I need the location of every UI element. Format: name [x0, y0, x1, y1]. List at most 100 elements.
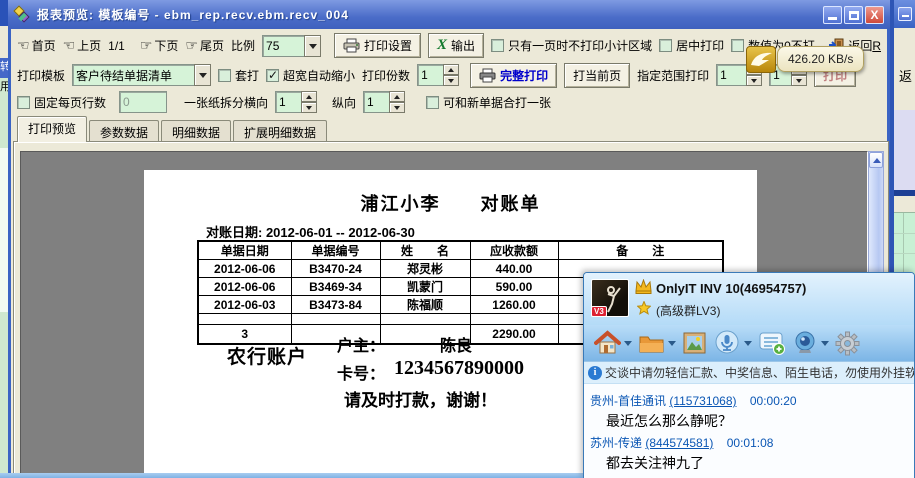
- last-page-button[interactable]: ☞尾页: [185, 37, 224, 54]
- range-from-input[interactable]: [716, 64, 746, 86]
- checkbox-skip-subtotal[interactable]: 只有一页时不打印小计区域: [491, 37, 652, 54]
- template-label: 打印模板: [17, 67, 65, 84]
- toolbar-page-layout: 固定每页行数 一张纸拆分横向 纵向 可和新单据合打一张: [13, 89, 889, 115]
- bg-minimize-button[interactable]: [898, 7, 912, 21]
- bg-right-panel-fragment: [894, 110, 915, 190]
- bg-right-toolbar-fragment: 返: [894, 28, 915, 110]
- group-level-label: (高级群LV3): [656, 302, 720, 319]
- holder-label: 户主：: [337, 332, 385, 356]
- webcam-icon: [792, 330, 818, 356]
- bg-left-text-fragment: 转: [0, 61, 8, 73]
- message-header: 贵州-首佳通讯 (115731068) 00:00:20: [590, 392, 915, 409]
- checkbox-icon[interactable]: [491, 39, 504, 52]
- template-input[interactable]: [72, 64, 194, 86]
- scale-dropdown-button[interactable]: [304, 35, 321, 57]
- crown-icon: [635, 279, 652, 297]
- holder-value: 陈良: [440, 332, 472, 356]
- table-cell: B3473-84: [291, 296, 380, 314]
- tab-detail-data[interactable]: 明细数据: [161, 120, 231, 142]
- share-folder-button[interactable]: [638, 331, 676, 355]
- maximize-button[interactable]: [844, 6, 863, 24]
- checkbox-center-print[interactable]: 居中打印: [659, 37, 724, 54]
- fixed-rows-input[interactable]: [119, 91, 167, 113]
- bg-right-header-fragment: [894, 196, 915, 212]
- bg-back-button-fragment[interactable]: 返: [899, 66, 912, 85]
- page-indicator: 1/1: [108, 39, 125, 53]
- message-record-button[interactable]: [758, 330, 786, 356]
- checkbox-overlay-print[interactable]: 套打: [218, 67, 259, 84]
- scale-input[interactable]: [262, 35, 304, 57]
- split-v-down-button[interactable]: [389, 102, 405, 113]
- bg-left-toolbar-fragment: [0, 26, 8, 58]
- scroll-up-button[interactable]: [869, 152, 883, 168]
- qq-titlebar[interactable]: V3 OnlyIT INV 10(46954757) (高级群LV3): [584, 273, 915, 325]
- checkbox-fixed-rows[interactable]: 固定每页行数: [17, 94, 106, 111]
- checkbox-icon[interactable]: [218, 69, 231, 82]
- split-v-up-button[interactable]: [389, 91, 405, 102]
- qq-message-list[interactable]: 贵州-首佳通讯 (115731068) 00:00:20 最近怎么那么静呢？ 苏…: [584, 385, 915, 478]
- copies-up-button[interactable]: [443, 64, 459, 75]
- group-avatar[interactable]: V3: [591, 279, 629, 317]
- qq-chat-window[interactable]: V3 OnlyIT INV 10(46954757) (高级群LV3): [583, 272, 915, 478]
- tab-parameter-data[interactable]: 参数数据: [89, 120, 159, 142]
- checkbox-icon[interactable]: [659, 39, 672, 52]
- sender-account-link[interactable]: (115731068): [669, 394, 736, 408]
- message-time: 00:00:20: [750, 394, 797, 408]
- scale-combobox[interactable]: [262, 35, 321, 57]
- table-cell: 1260.00: [470, 296, 558, 314]
- split-h-down-button[interactable]: [301, 102, 317, 113]
- excel-icon: X: [437, 37, 447, 54]
- first-page-button[interactable]: ☜首页: [17, 37, 56, 54]
- tab-print-preview[interactable]: 打印预览: [17, 116, 87, 142]
- copies-input[interactable]: [417, 64, 443, 86]
- copies-stepper[interactable]: [417, 64, 459, 86]
- message-text: 都去关注神九了: [606, 453, 915, 473]
- checkbox-icon[interactable]: [731, 39, 744, 52]
- table-header-row: 单据日期 单据编号 姓 名 应收款额 备 注: [198, 241, 723, 260]
- close-button[interactable]: X: [865, 6, 884, 24]
- split-horizontal-input[interactable]: [275, 91, 301, 113]
- bg-left-green-fragment2: [0, 312, 8, 478]
- next-page-button[interactable]: ☞下页: [140, 37, 179, 54]
- split-horizontal-label: 一张纸拆分横向: [184, 94, 268, 111]
- qq-toolbar: [584, 325, 915, 361]
- checkbox-icon[interactable]: [426, 96, 439, 109]
- titlebar[interactable]: 报表预览: 模板编号 - ebm_rep.recv.ebm.recv_004 X: [8, 0, 890, 29]
- print-current-page-button[interactable]: 打当前页: [564, 63, 630, 88]
- minimize-button[interactable]: [823, 6, 842, 24]
- speed-dove-icon[interactable]: [746, 46, 776, 73]
- split-vertical-stepper[interactable]: [363, 91, 405, 113]
- sender-account-link[interactable]: (844574581): [645, 436, 713, 450]
- range-from-down-button[interactable]: [746, 75, 762, 86]
- range-to-down-button[interactable]: [791, 75, 807, 86]
- table-cell: 2012-06-06: [198, 278, 291, 296]
- copies-down-button[interactable]: [443, 75, 459, 86]
- copies-label: 打印份数: [362, 67, 410, 84]
- template-dropdown-button[interactable]: [194, 64, 211, 86]
- prev-page-button[interactable]: ☜上页: [63, 37, 102, 54]
- checkbox-auto-shrink[interactable]: 超宽自动缩小: [266, 67, 355, 84]
- template-combobox[interactable]: [72, 64, 211, 86]
- settings-button[interactable]: [835, 331, 860, 356]
- window-title: 报表预览: 模板编号 - ebm_rep.recv.ebm.recv_004: [37, 6, 823, 23]
- table-cell: 陈福顺: [380, 296, 470, 314]
- checkbox-checked-icon[interactable]: [266, 69, 279, 82]
- checkbox-icon[interactable]: [17, 96, 30, 109]
- picture-button[interactable]: [682, 331, 707, 355]
- export-button[interactable]: X 输出: [428, 33, 484, 58]
- checkbox-merge-print[interactable]: 可和新单据合打一张: [426, 94, 551, 111]
- hand-left-icon: ☜: [17, 38, 30, 54]
- chevron-down-icon: [199, 73, 207, 78]
- print-settings-button[interactable]: 打印设置: [334, 33, 421, 58]
- split-h-up-button[interactable]: [301, 91, 317, 102]
- video-button[interactable]: [792, 330, 829, 356]
- split-vertical-input[interactable]: [363, 91, 389, 113]
- network-speed-widget[interactable]: 426.20 KB/s: [746, 46, 864, 73]
- split-horizontal-stepper[interactable]: [275, 91, 317, 113]
- statement-date-range: 对账日期: 2012-06-01 -- 2012-06-30: [206, 222, 415, 241]
- tab-extended-detail-data[interactable]: 扩展明细数据: [233, 120, 327, 142]
- voice-button[interactable]: [713, 330, 752, 356]
- folder-icon: [638, 331, 665, 355]
- full-print-button[interactable]: 完整打印: [470, 63, 557, 88]
- home-button[interactable]: [594, 330, 632, 356]
